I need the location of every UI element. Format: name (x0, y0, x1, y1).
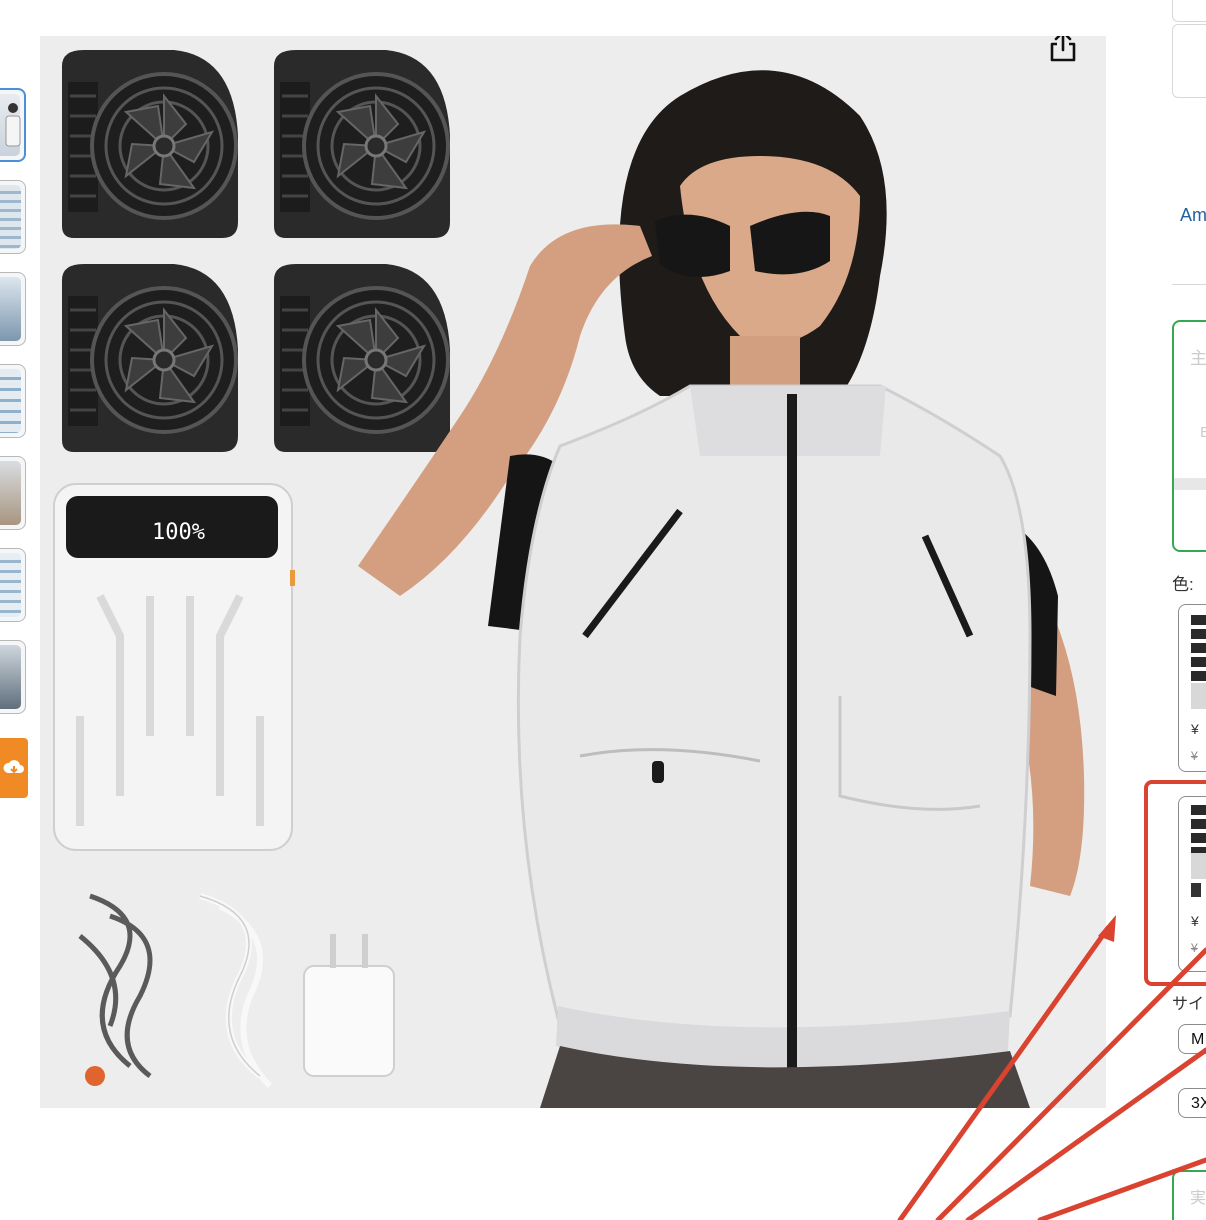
color-label: 色: (1172, 575, 1194, 594)
thumbnail-4[interactable] (0, 364, 26, 438)
main-product-image[interactable]: 100% (40, 36, 1106, 1108)
color-swatch-1[interactable]: ¥ ¥ (1178, 604, 1206, 772)
buy-box-column: Am 主 E 色: ¥ ¥ ¥ ¥ サイ M 3X 実 (1172, 0, 1206, 1220)
buy-box-divider (1174, 478, 1206, 490)
share-button[interactable] (1046, 36, 1080, 64)
annotation-highlight-box (1144, 780, 1206, 986)
thumbnail-6[interactable] (0, 548, 26, 622)
size-option-3x[interactable]: 3X (1178, 1088, 1206, 1118)
thumbnail-7[interactable] (0, 640, 26, 714)
swatch-price: ¥ (1191, 721, 1199, 737)
amazon-link[interactable]: Am (1180, 205, 1206, 226)
cloud-video-icon (3, 760, 25, 774)
buy-box-subtext: E (1200, 424, 1206, 441)
size-option-m[interactable]: M (1178, 1024, 1206, 1054)
thumbnail-1[interactable] (0, 88, 26, 162)
bottom-panel[interactable]: 実 (1172, 1170, 1206, 1220)
thumbnail-5[interactable] (0, 456, 26, 530)
top-option-box[interactable] (1172, 0, 1206, 22)
product-illustration: 100% (40, 36, 1106, 1108)
thumbnail-2[interactable] (0, 180, 26, 254)
divider (1172, 284, 1206, 285)
thumbnail-person-icon (5, 103, 21, 147)
buy-box-text: 主 (1190, 349, 1206, 368)
buy-box-panel[interactable]: 主 E (1172, 320, 1206, 552)
size-label: サイ (1172, 996, 1205, 1013)
bottom-panel-text: 実 (1190, 1190, 1206, 1207)
option-box[interactable] (1172, 24, 1206, 98)
power-bank-display: 100% (152, 520, 205, 545)
thumbnail-3[interactable] (0, 272, 26, 346)
video-thumbnail[interactable] (0, 738, 28, 798)
swatch-list-price: ¥ (1191, 749, 1198, 763)
swatch-image-bottom (1191, 683, 1206, 709)
share-icon (1050, 36, 1076, 62)
swatch-image (1191, 615, 1206, 689)
